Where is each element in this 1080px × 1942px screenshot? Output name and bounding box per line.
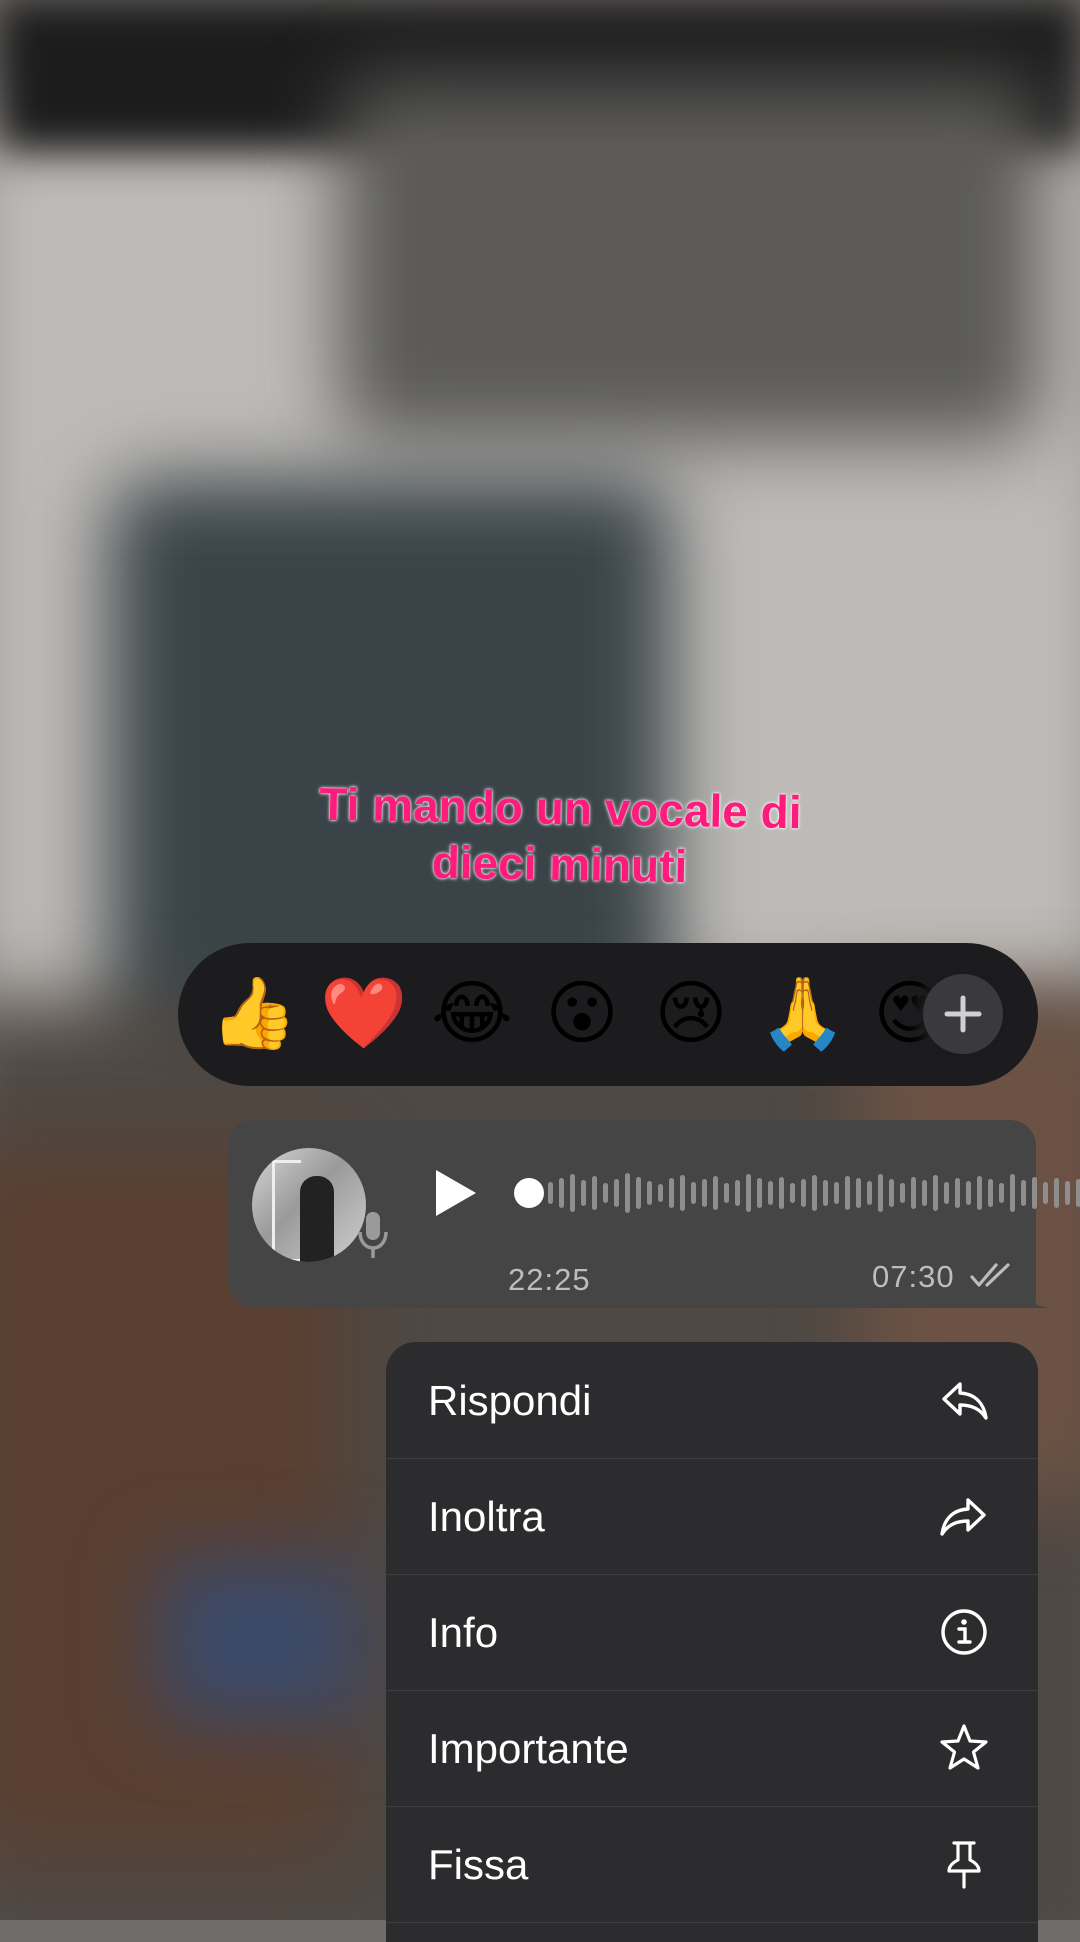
reaction-bar: 👍 ❤️ 😂 😮 😢 🙏 😍 <box>178 943 1038 1086</box>
message-time: 07:30 <box>872 1259 955 1294</box>
forward-icon <box>940 1498 986 1536</box>
reply-icon <box>942 1382 988 1420</box>
reaction-thumbs-up[interactable]: 👍 <box>210 971 297 1055</box>
menu-item-label: Importante <box>428 1725 629 1772</box>
waveform-bar <box>812 1175 817 1211</box>
waveform-bar <box>570 1174 575 1212</box>
waveform-bar <box>735 1180 740 1206</box>
waveform-bar <box>581 1180 586 1206</box>
menu-item-reply[interactable]: Rispondi <box>386 1342 1038 1459</box>
sender-avatar <box>252 1148 366 1262</box>
double-check-icon <box>970 1263 1010 1287</box>
pin-icon <box>947 1841 981 1889</box>
waveform-bar <box>680 1175 685 1211</box>
waveform-bar <box>823 1180 828 1206</box>
waveform-bar <box>746 1174 751 1212</box>
more-reactions-button[interactable] <box>923 974 1003 1054</box>
waveform-bar <box>1021 1180 1026 1206</box>
waveform-bar <box>801 1179 806 1207</box>
bubble-tail <box>1020 1284 1050 1308</box>
waveform-bar <box>757 1178 762 1208</box>
waveform-bar <box>603 1183 608 1203</box>
waveform-bar <box>867 1181 872 1205</box>
waveform-bar <box>889 1179 894 1207</box>
waveform-bar <box>636 1177 641 1209</box>
microphone-icon <box>358 1212 388 1258</box>
story-caption: Ti mando un vocale di dieci minuti <box>239 774 881 897</box>
waveform-bar <box>702 1179 707 1207</box>
waveform-bar <box>900 1183 905 1203</box>
waveform-bar <box>768 1181 773 1205</box>
waveform-bar <box>713 1176 718 1210</box>
reaction-surprised[interactable]: 😮 <box>540 971 624 1055</box>
waveform-bar <box>779 1177 784 1209</box>
playback-scrubber[interactable] <box>514 1178 544 1208</box>
waveform-bar <box>1054 1178 1059 1208</box>
waveform-bar <box>977 1176 982 1210</box>
menu-item-info[interactable]: Info <box>386 1574 1038 1691</box>
caption-line-2: dieci minuti <box>431 835 688 893</box>
waveform-bar <box>911 1177 916 1209</box>
waveform-bar <box>1043 1182 1048 1204</box>
plus-icon <box>944 995 982 1033</box>
waveform-bar <box>955 1178 960 1208</box>
reaction-crying[interactable]: 😢 <box>649 971 733 1055</box>
waveform-bar <box>1010 1174 1015 1212</box>
waveform-bar <box>1076 1179 1080 1207</box>
waveform-bar <box>834 1182 839 1204</box>
waveform-bar <box>999 1183 1004 1203</box>
waveform-bar <box>614 1179 619 1207</box>
audio-waveform[interactable] <box>544 1170 1080 1216</box>
voice-duration: 22:25 <box>508 1262 591 1297</box>
waveform-bar <box>691 1182 696 1204</box>
waveform-bar <box>592 1176 597 1210</box>
info-icon <box>941 1609 987 1655</box>
menu-item-label: Info <box>428 1609 499 1656</box>
waveform-bar <box>647 1181 652 1205</box>
menu-item-label: Fissa <box>428 1841 529 1888</box>
waveform-bar <box>559 1178 564 1208</box>
menu-item-forward[interactable]: Inoltra <box>386 1458 1038 1575</box>
waveform-bar <box>625 1173 630 1213</box>
waveform-bar <box>669 1178 674 1208</box>
waveform-bar <box>548 1182 553 1204</box>
waveform-bar <box>933 1175 938 1211</box>
waveform-bar <box>845 1176 850 1210</box>
play-button[interactable] <box>432 1168 478 1218</box>
waveform-bar <box>922 1180 927 1206</box>
menu-item-label: Inoltra <box>428 1493 545 1540</box>
waveform-bar <box>944 1182 949 1204</box>
caption-line-1: Ti mando un vocale di <box>318 777 803 839</box>
voice-message-bubble[interactable]: 22:25 07:30 <box>228 1120 1080 1308</box>
waveform-bar <box>790 1183 795 1203</box>
menu-item-star[interactable]: Importante <box>386 1690 1038 1807</box>
reaction-pray[interactable]: 🙏 <box>759 971 846 1055</box>
reaction-heart[interactable]: ❤️ <box>320 971 407 1055</box>
waveform-bar <box>1032 1177 1037 1209</box>
waveform-bar <box>878 1174 883 1212</box>
waveform-bar <box>966 1181 971 1205</box>
menu-item-pin[interactable]: Fissa <box>386 1806 1038 1923</box>
waveform-bar <box>658 1184 663 1202</box>
menu-item-label: Rispondi <box>428 1377 592 1424</box>
waveform-bar <box>988 1179 993 1207</box>
waveform-bar <box>1065 1181 1070 1205</box>
waveform-bar <box>724 1183 729 1203</box>
star-icon <box>940 1724 988 1770</box>
reaction-tears-of-joy[interactable]: 😂 <box>430 971 514 1055</box>
waveform-bar <box>856 1178 861 1208</box>
context-menu: Rispondi Inoltra Info Importante Fissa <box>386 1342 1038 1942</box>
